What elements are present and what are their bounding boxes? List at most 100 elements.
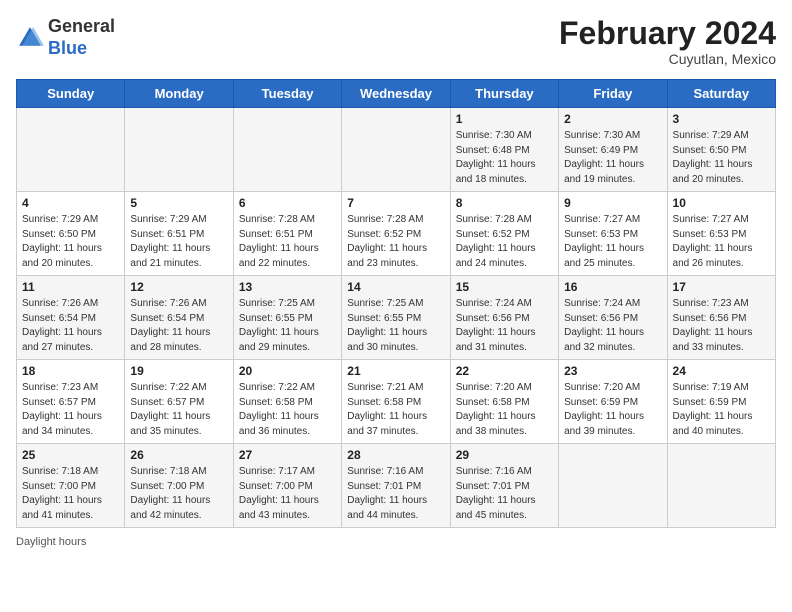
col-header-sunday: Sunday: [17, 80, 125, 108]
day-number: 13: [239, 280, 336, 294]
day-number: 21: [347, 364, 444, 378]
logo-icon: [16, 24, 44, 52]
calendar-cell: 7 Sunrise: 7:28 AM Sunset: 6:52 PM Daylig…: [342, 192, 450, 276]
day-info: Sunrise: 7:30 AM Sunset: 6:48 PM Dayligh…: [456, 129, 553, 187]
footer: Daylight hours: [16, 536, 776, 548]
calendar-cell: 20 Sunrise: 7:22 AM Sunset: 6:58 PM Dayli…: [233, 360, 341, 444]
day-info: Sunrise: 7:24 AM Sunset: 6:56 PM Dayligh…: [564, 297, 661, 355]
day-info: Sunrise: 7:23 AM Sunset: 6:57 PM Dayligh…: [22, 381, 119, 439]
calendar-cell: 1 Sunrise: 7:30 AM Sunset: 6:48 PM Daylig…: [450, 108, 558, 192]
day-info: Sunrise: 7:29 AM Sunset: 6:51 PM Dayligh…: [130, 213, 227, 271]
day-info: Sunrise: 7:21 AM Sunset: 6:58 PM Dayligh…: [347, 381, 444, 439]
calendar-cell: 17 Sunrise: 7:23 AM Sunset: 6:56 PM Dayli…: [667, 276, 775, 360]
calendar-cell: 13 Sunrise: 7:25 AM Sunset: 6:55 PM Dayli…: [233, 276, 341, 360]
day-number: 11: [22, 280, 119, 294]
day-info: Sunrise: 7:28 AM Sunset: 6:52 PM Dayligh…: [456, 213, 553, 271]
logo-blue-text: Blue: [48, 38, 87, 58]
day-info: Sunrise: 7:28 AM Sunset: 6:51 PM Dayligh…: [239, 213, 336, 271]
day-number: 28: [347, 448, 444, 462]
calendar-cell: 2 Sunrise: 7:30 AM Sunset: 6:49 PM Daylig…: [559, 108, 667, 192]
calendar-cell: 29 Sunrise: 7:16 AM Sunset: 7:01 PM Dayli…: [450, 444, 558, 528]
calendar-cell: 24Sunrise: 7:19 AM Sunset: 6:59 PM Dayli…: [667, 360, 775, 444]
day-number: 9: [564, 196, 661, 210]
col-header-wednesday: Wednesday: [342, 80, 450, 108]
week-row-4: 18Sunrise: 7:23 AM Sunset: 6:57 PM Dayli…: [17, 360, 776, 444]
calendar-cell: 27 Sunrise: 7:17 AM Sunset: 7:00 PM Dayli…: [233, 444, 341, 528]
day-info: Sunrise: 7:27 AM Sunset: 6:53 PM Dayligh…: [673, 213, 770, 271]
day-info: Sunrise: 7:18 AM Sunset: 7:00 PM Dayligh…: [22, 465, 119, 523]
calendar-cell: [17, 108, 125, 192]
calendar-cell: 18Sunrise: 7:23 AM Sunset: 6:57 PM Dayli…: [17, 360, 125, 444]
day-info: Sunrise: 7:29 AM Sunset: 6:50 PM Dayligh…: [22, 213, 119, 271]
day-info: Sunrise: 7:20 AM Sunset: 6:58 PM Dayligh…: [456, 381, 553, 439]
day-info: Sunrise: 7:16 AM Sunset: 7:01 PM Dayligh…: [347, 465, 444, 523]
calendar-cell: 9 Sunrise: 7:27 AM Sunset: 6:53 PM Daylig…: [559, 192, 667, 276]
day-info: Sunrise: 7:30 AM Sunset: 6:49 PM Dayligh…: [564, 129, 661, 187]
day-number: 27: [239, 448, 336, 462]
calendar-cell: 21 Sunrise: 7:21 AM Sunset: 6:58 PM Dayli…: [342, 360, 450, 444]
day-info: Sunrise: 7:20 AM Sunset: 6:59 PM Dayligh…: [564, 381, 661, 439]
day-number: 20: [239, 364, 336, 378]
day-info: Sunrise: 7:26 AM Sunset: 6:54 PM Dayligh…: [130, 297, 227, 355]
day-info: Sunrise: 7:22 AM Sunset: 6:57 PM Dayligh…: [130, 381, 227, 439]
day-info: Sunrise: 7:28 AM Sunset: 6:52 PM Dayligh…: [347, 213, 444, 271]
day-info: Sunrise: 7:26 AM Sunset: 6:54 PM Dayligh…: [22, 297, 119, 355]
day-info: Sunrise: 7:22 AM Sunset: 6:58 PM Dayligh…: [239, 381, 336, 439]
day-info: Sunrise: 7:19 AM Sunset: 6:59 PM Dayligh…: [673, 381, 770, 439]
calendar-cell: 11 Sunrise: 7:26 AM Sunset: 6:54 PM Dayli…: [17, 276, 125, 360]
location-subtitle: Cuyutlan, Mexico: [559, 51, 776, 67]
day-number: 8: [456, 196, 553, 210]
calendar-cell: 15 Sunrise: 7:24 AM Sunset: 6:56 PM Dayli…: [450, 276, 558, 360]
calendar-cell: 16 Sunrise: 7:24 AM Sunset: 6:56 PM Dayli…: [559, 276, 667, 360]
logo-general-text: General: [48, 16, 115, 36]
day-info: Sunrise: 7:29 AM Sunset: 6:50 PM Dayligh…: [673, 129, 770, 187]
day-number: 7: [347, 196, 444, 210]
col-header-friday: Friday: [559, 80, 667, 108]
day-info: Sunrise: 7:27 AM Sunset: 6:53 PM Dayligh…: [564, 213, 661, 271]
month-year-title: February 2024: [559, 16, 776, 51]
day-number: 29: [456, 448, 553, 462]
day-number: 2: [564, 112, 661, 126]
day-number: 17: [673, 280, 770, 294]
calendar-cell: 26 Sunrise: 7:18 AM Sunset: 7:00 PM Dayli…: [125, 444, 233, 528]
calendar-cell: 14 Sunrise: 7:25 AM Sunset: 6:55 PM Dayli…: [342, 276, 450, 360]
daylight-label: Daylight hours: [16, 536, 86, 548]
calendar-cell: 23 Sunrise: 7:20 AM Sunset: 6:59 PM Dayli…: [559, 360, 667, 444]
logo: General Blue: [16, 16, 115, 59]
day-info: Sunrise: 7:18 AM Sunset: 7:00 PM Dayligh…: [130, 465, 227, 523]
day-number: 3: [673, 112, 770, 126]
week-row-2: 4Sunrise: 7:29 AM Sunset: 6:50 PM Daylig…: [17, 192, 776, 276]
day-number: 26: [130, 448, 227, 462]
calendar-header-row: SundayMondayTuesdayWednesdayThursdayFrid…: [17, 80, 776, 108]
col-header-thursday: Thursday: [450, 80, 558, 108]
day-number: 5: [130, 196, 227, 210]
calendar-cell: 19Sunrise: 7:22 AM Sunset: 6:57 PM Dayli…: [125, 360, 233, 444]
day-number: 16: [564, 280, 661, 294]
day-number: 10: [673, 196, 770, 210]
calendar-cell: [559, 444, 667, 528]
col-header-saturday: Saturday: [667, 80, 775, 108]
day-number: 14: [347, 280, 444, 294]
day-info: Sunrise: 7:23 AM Sunset: 6:56 PM Dayligh…: [673, 297, 770, 355]
day-number: 15: [456, 280, 553, 294]
page-header: General Blue February 2024 Cuyutlan, Mex…: [16, 16, 776, 67]
col-header-tuesday: Tuesday: [233, 80, 341, 108]
calendar-cell: 10 Sunrise: 7:27 AM Sunset: 6:53 PM Dayli…: [667, 192, 775, 276]
calendar-cell: 6 Sunrise: 7:28 AM Sunset: 6:51 PM Daylig…: [233, 192, 341, 276]
day-info: Sunrise: 7:16 AM Sunset: 7:01 PM Dayligh…: [456, 465, 553, 523]
week-row-1: 1 Sunrise: 7:30 AM Sunset: 6:48 PM Daylig…: [17, 108, 776, 192]
col-header-monday: Monday: [125, 80, 233, 108]
day-info: Sunrise: 7:25 AM Sunset: 6:55 PM Dayligh…: [239, 297, 336, 355]
calendar-table: SundayMondayTuesdayWednesdayThursdayFrid…: [16, 79, 776, 528]
day-number: 6: [239, 196, 336, 210]
calendar-cell: 12Sunrise: 7:26 AM Sunset: 6:54 PM Dayli…: [125, 276, 233, 360]
day-number: 23: [564, 364, 661, 378]
day-info: Sunrise: 7:17 AM Sunset: 7:00 PM Dayligh…: [239, 465, 336, 523]
calendar-cell: 8 Sunrise: 7:28 AM Sunset: 6:52 PM Daylig…: [450, 192, 558, 276]
calendar-cell: 22Sunrise: 7:20 AM Sunset: 6:58 PM Dayli…: [450, 360, 558, 444]
day-number: 1: [456, 112, 553, 126]
calendar-cell: [233, 108, 341, 192]
calendar-cell: [125, 108, 233, 192]
day-info: Sunrise: 7:24 AM Sunset: 6:56 PM Dayligh…: [456, 297, 553, 355]
day-info: Sunrise: 7:25 AM Sunset: 6:55 PM Dayligh…: [347, 297, 444, 355]
